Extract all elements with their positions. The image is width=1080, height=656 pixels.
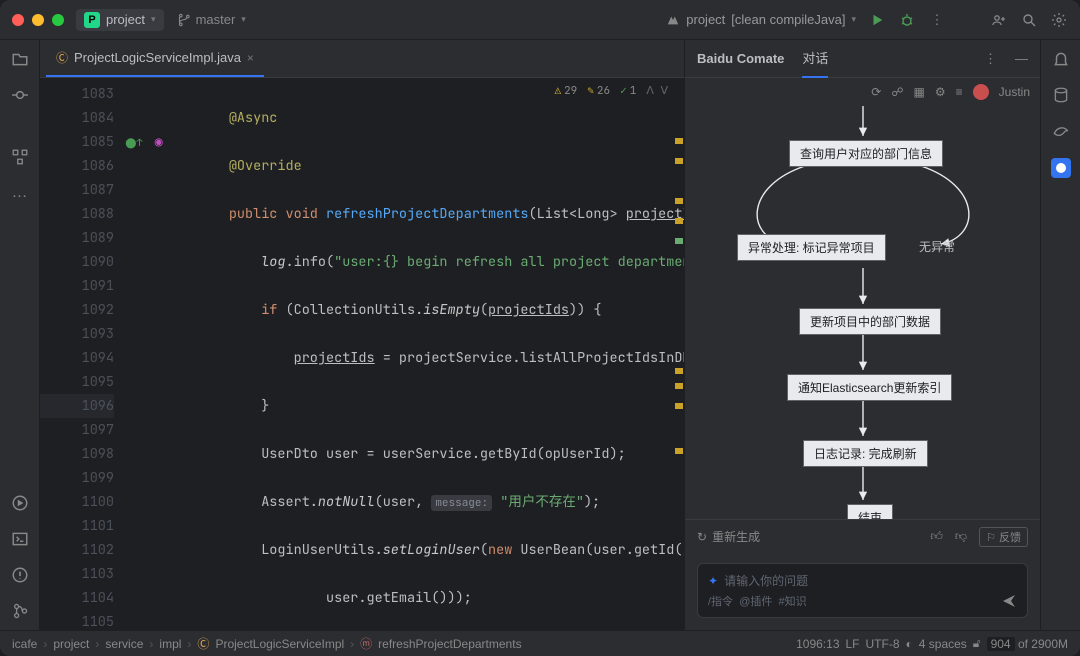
left-tool-strip: … <box>0 40 40 630</box>
layout-icon[interactable]: ▦ <box>914 85 925 99</box>
send-button[interactable] <box>1001 593 1017 609</box>
terminal-tool-button[interactable] <box>11 530 29 548</box>
method-icon: ⓜ <box>360 635 372 652</box>
zoom-window-button[interactable] <box>52 14 64 26</box>
assistant-toolbar: ⟳ ☍ ▦ ⚙ ≡ Justin <box>685 78 1040 106</box>
chevron-down-icon: ▾ <box>851 14 856 25</box>
debug-button[interactable] <box>898 11 916 29</box>
editor-area: Ⓒ ProjectLogicServiceImpl.java × ⚠29 ✎26… <box>40 40 684 630</box>
regenerate-button[interactable]: ↻重新生成 <box>697 528 760 545</box>
class-icon: Ⓒ <box>197 635 209 652</box>
gradle-icon <box>666 13 680 27</box>
assistant-tab-comate[interactable]: Baidu Comate <box>697 51 784 66</box>
run-tool-button[interactable] <box>11 494 29 512</box>
panel-hide-button[interactable]: — <box>1015 51 1028 66</box>
flow-node: 更新项目中的部门数据 <box>799 308 941 335</box>
more-tools-button[interactable]: … <box>12 184 28 202</box>
project-icon: P <box>84 12 100 28</box>
refresh-icon: ↻ <box>697 530 707 544</box>
flow-node: 日志记录: 完成刷新 <box>803 440 928 467</box>
ide-settings-button[interactable] <box>1050 11 1068 29</box>
git-branch-selector[interactable]: master ▾ <box>176 12 246 27</box>
run-configuration-selector[interactable]: project [clean compileJava] ▾ <box>666 12 856 27</box>
project-selector[interactable]: P project ▾ <box>76 9 164 31</box>
flow-node: 异常处理: 标记异常项目 <box>737 234 886 261</box>
java-class-icon: Ⓒ <box>56 49 68 66</box>
indent-info[interactable]: 4 spaces <box>919 637 967 651</box>
minimize-window-button[interactable] <box>32 14 44 26</box>
flow-node: 通知Elasticsearch更新索引 <box>787 374 952 401</box>
line-separator[interactable]: LF <box>846 637 860 651</box>
link-icon[interactable]: ☍ <box>891 85 903 99</box>
thumbs-down-button[interactable]: 👎︎ <box>955 529 967 544</box>
memory-indicator[interactable]: 904 of 2900M <box>987 637 1068 651</box>
database-tool-button[interactable] <box>1052 86 1070 104</box>
code-editor[interactable]: ⚠29 ✎26 ✓1 ᐱ ᐯ 1083108410851086108710881… <box>40 78 684 630</box>
inspections-widget[interactable]: ⚠29 ✎26 ✓1 ᐱ ᐯ <box>554 84 668 98</box>
project-tool-button[interactable] <box>11 50 29 68</box>
cursor-position[interactable]: 1096:13 <box>796 637 839 651</box>
tab-filename: ProjectLogicServiceImpl.java <box>74 50 241 65</box>
assistant-tab-chat[interactable]: 对话 <box>802 48 828 78</box>
clock-icon[interactable]: ⟳ <box>871 85 881 99</box>
status-spinner-icon: ◐ <box>906 637 913 651</box>
code-with-me-button[interactable] <box>990 11 1008 29</box>
line-number-gutter[interactable]: 1083108410851086108710881089109010911092… <box>40 78 124 630</box>
chevron-down-icon: ▾ <box>241 14 246 25</box>
readonly-icon[interactable]: 🔓︎ <box>973 636 981 651</box>
gradle-tool-button[interactable] <box>1052 122 1070 140</box>
right-tool-strip <box>1040 40 1080 630</box>
notifications-button[interactable] <box>1052 50 1070 68</box>
chat-input[interactable]: ✦请输入你的问题 /指令 @插件 #知识 <box>697 563 1028 618</box>
run-config-project: project <box>686 12 725 27</box>
run-button[interactable] <box>868 11 886 29</box>
more-actions-button[interactable]: ⋮ <box>928 11 946 29</box>
file-encoding[interactable]: UTF-8 <box>866 637 900 651</box>
gear-icon[interactable]: ⚙ <box>935 85 946 99</box>
ai-assistant-panel: Baidu Comate 对话 ⋮ — ⟳ ☍ ▦ ⚙ ≡ Justin <box>684 40 1040 630</box>
chat-input-placeholder: 请输入你的问题 <box>724 572 808 589</box>
commit-tool-button[interactable] <box>11 86 29 104</box>
chevron-down-icon: ▾ <box>151 14 156 25</box>
editor-tab[interactable]: Ⓒ ProjectLogicServiceImpl.java × <box>46 40 264 77</box>
thumbs-up-button[interactable]: 👍︎ <box>930 529 943 544</box>
user-name: Justin <box>999 85 1030 99</box>
feedback-button[interactable]: ⚐ 反馈 <box>979 527 1028 547</box>
close-tab-button[interactable]: × <box>247 51 254 65</box>
version-control-tool-button[interactable] <box>11 602 29 620</box>
flow-node: 查询用户对应的部门信息 <box>789 140 943 167</box>
status-bar: icafe› project› service› impl› Ⓒ Project… <box>0 630 1080 656</box>
search-everywhere-button[interactable] <box>1020 11 1038 29</box>
error-stripe[interactable] <box>674 108 684 630</box>
sparkle-icon: ✦ <box>708 574 718 588</box>
breadcrumb[interactable]: icafe› project› service› impl› Ⓒ Project… <box>12 635 522 652</box>
branch-icon <box>176 13 190 27</box>
close-window-button[interactable] <box>12 14 24 26</box>
flowchart-canvas[interactable]: 查询用户对应的部门信息 异常处理: 标记异常项目 无异常 更新项目中的部门数据 … <box>685 106 1040 519</box>
titlebar: P project ▾ master ▾ project [clean comp… <box>0 0 1080 40</box>
structure-tool-button[interactable] <box>11 148 29 166</box>
user-avatar[interactable] <box>973 84 989 100</box>
run-config-tasks: [clean compileJava] <box>731 12 845 27</box>
assistant-tabs: Baidu Comate 对话 ⋮ — <box>685 40 1040 78</box>
editor-tabs: Ⓒ ProjectLogicServiceImpl.java × <box>40 40 684 78</box>
gutter-icons: ⬤↑ ◉ <box>124 78 164 630</box>
branch-name: master <box>196 12 236 27</box>
panel-options-button[interactable]: ⋮ <box>984 51 997 67</box>
project-name: project <box>106 12 145 27</box>
code-content[interactable]: @Async @Override public void refreshProj… <box>164 78 684 630</box>
menu-icon[interactable]: ≡ <box>956 85 963 99</box>
flow-edge-label: 无异常 <box>919 238 955 255</box>
problems-tool-button[interactable] <box>11 566 29 584</box>
response-actions: ↻重新生成 👍︎ 👎︎ ⚐ 反馈 <box>685 519 1040 553</box>
flow-node-end: 结束 <box>847 504 893 519</box>
ai-assistant-tool-button[interactable] <box>1051 158 1071 178</box>
window-controls <box>12 14 64 26</box>
